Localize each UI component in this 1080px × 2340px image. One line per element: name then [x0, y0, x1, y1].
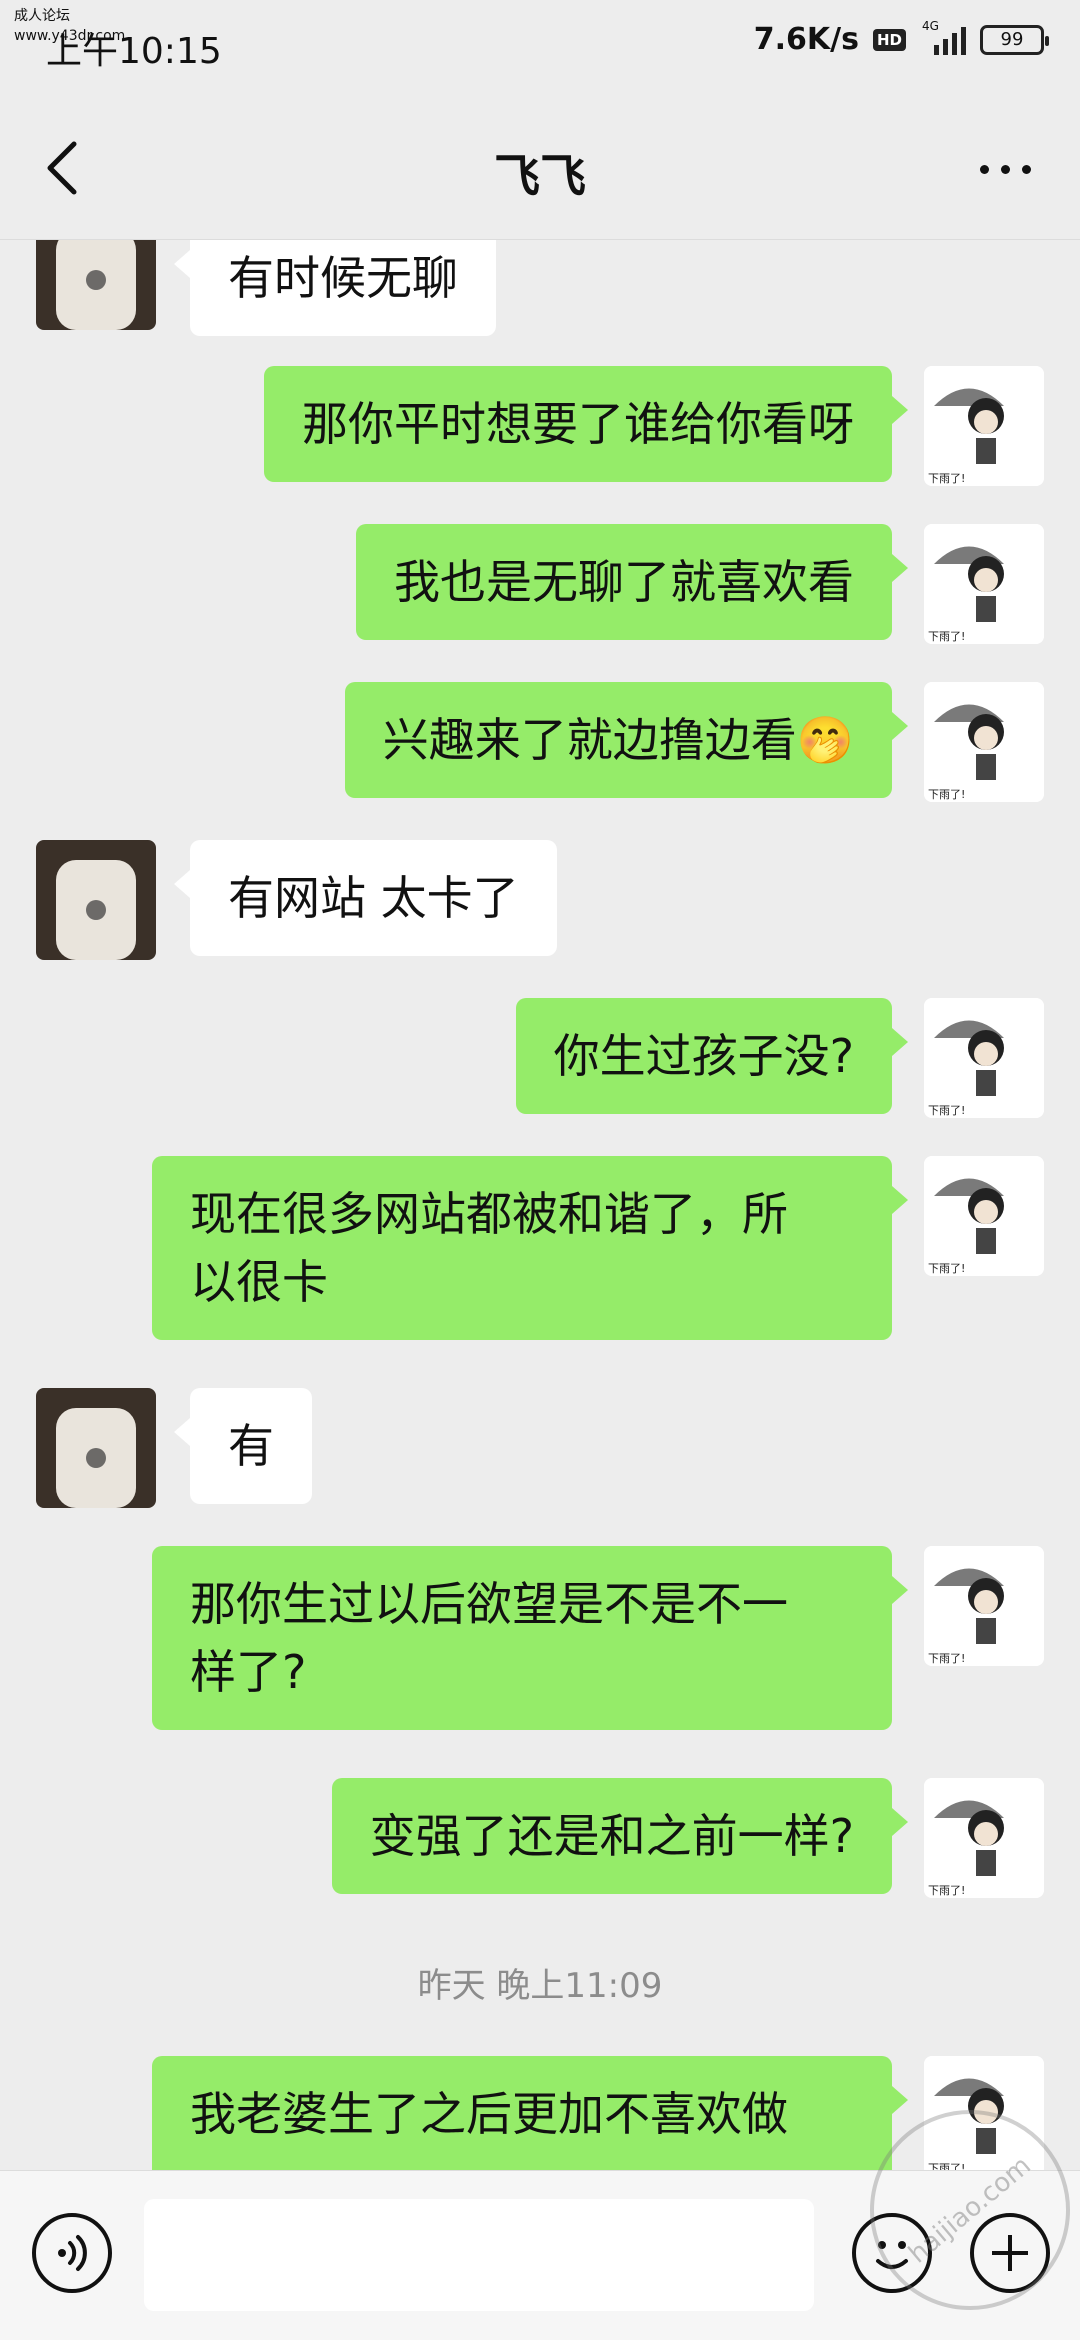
message-bubble-outgoing[interactable]: 我也是无聊了就喜欢看: [356, 524, 908, 640]
message-text: 你生过孩子没?: [553, 1029, 854, 1083]
message-text: 样了?: [190, 1645, 307, 1699]
svg-text:下雨了!: 下雨了!: [928, 1104, 965, 1117]
signal-icon: 4G: [920, 19, 966, 55]
more-dots-icon[interactable]: [980, 154, 1040, 184]
sticker-avatar[interactable]: 下雨了!: [924, 366, 1044, 486]
message-bubble-outgoing[interactable]: 那你生过以后欲望是不是不一 样了?: [152, 1546, 908, 1730]
sticker-avatar[interactable]: 下雨了!: [924, 1778, 1044, 1898]
svg-text:下雨了!: 下雨了!: [928, 1652, 965, 1665]
message-text: 我也是无聊了就喜欢看: [394, 555, 854, 609]
contact-avatar[interactable]: [36, 1388, 156, 1508]
watermark-stamp-text: haijiao.com: [903, 2150, 1037, 2270]
sticker-avatar[interactable]: 下雨了!: [924, 998, 1044, 1118]
status-bar: 成人论坛 www.y43dr.com 上午10:15 7.6K/s HD 4G …: [0, 0, 1080, 90]
message-text: 变强了还是和之前一样?: [369, 1809, 854, 1863]
message-text: 兴趣来了就边撸边看🤭: [382, 713, 854, 767]
message-text: 我老婆生了之后更加不喜欢做: [190, 2087, 788, 2141]
chat-title: 飞飞: [494, 149, 586, 203]
svg-text:下雨了!: 下雨了!: [928, 1262, 965, 1275]
message-bubble-outgoing[interactable]: 那你平时想要了谁给你看呀: [264, 366, 908, 482]
battery-level: 99: [1000, 29, 1024, 50]
message-input[interactable]: [144, 2199, 814, 2311]
message-list[interactable]: 有时候无聊 下雨了! 那你平时想要了谁给你看呀 下雨了! 我也是无聊了就喜欢看 …: [0, 240, 1080, 2170]
message-bubble-outgoing[interactable]: 你生过孩子没?: [515, 998, 909, 1114]
chat-header: 飞飞: [0, 90, 1080, 240]
message-text: 那你生过以后欲望是不是不一: [190, 1577, 788, 1631]
message-text: 有: [228, 1419, 274, 1473]
svg-text:下雨了!: 下雨了!: [928, 630, 965, 643]
svg-text:下雨了!: 下雨了!: [928, 472, 965, 485]
message-timestamp: 昨天 晚上11:09: [417, 1966, 663, 2006]
message-bubble-incoming[interactable]: 有网站 太卡了: [174, 840, 557, 956]
status-time: 上午10:15: [46, 31, 222, 72]
message-text: 有网站 太卡了: [228, 871, 519, 925]
message-text: 以很卡: [190, 1255, 328, 1309]
network-speed: 7.6K/s: [753, 22, 859, 57]
message-bubble-outgoing[interactable]: 我老婆生了之后更加不喜欢做: [152, 2056, 908, 2170]
message-bubble-outgoing[interactable]: 变强了还是和之前一样?: [331, 1778, 909, 1894]
svg-text:下雨了!: 下雨了!: [928, 1884, 965, 1897]
message-bubble-incoming[interactable]: 有时候无聊: [174, 240, 496, 336]
message-text: 现在很多网站都被和谐了，所: [190, 1187, 788, 1241]
sticker-avatar[interactable]: 下雨了!: [924, 682, 1044, 802]
message-bubble-outgoing[interactable]: 现在很多网站都被和谐了，所 以很卡: [152, 1156, 908, 1340]
message-text: 那你平时想要了谁给你看呀: [302, 397, 854, 451]
message-bubble-outgoing[interactable]: 兴趣来了就边撸边看🤭: [344, 682, 909, 798]
voice-icon[interactable]: [32, 2213, 112, 2293]
svg-text:下雨了!: 下雨了!: [928, 788, 965, 801]
hd-icon: HD: [872, 28, 906, 51]
message-text: 有时候无聊: [228, 251, 458, 305]
network-type: 4G: [922, 18, 939, 33]
battery-icon: 99: [980, 24, 1049, 55]
sticker-avatar[interactable]: 下雨了!: [924, 524, 1044, 644]
contact-avatar[interactable]: [36, 840, 156, 960]
sticker-avatar[interactable]: 下雨了!: [924, 1546, 1044, 1666]
status-indicators: 7.6K/s HD 4G 99: [753, 19, 1049, 57]
sticker-avatar[interactable]: 下雨了!: [924, 1156, 1044, 1276]
contact-avatar[interactable]: [36, 240, 156, 330]
message-bubble-incoming[interactable]: 有: [174, 1388, 312, 1504]
